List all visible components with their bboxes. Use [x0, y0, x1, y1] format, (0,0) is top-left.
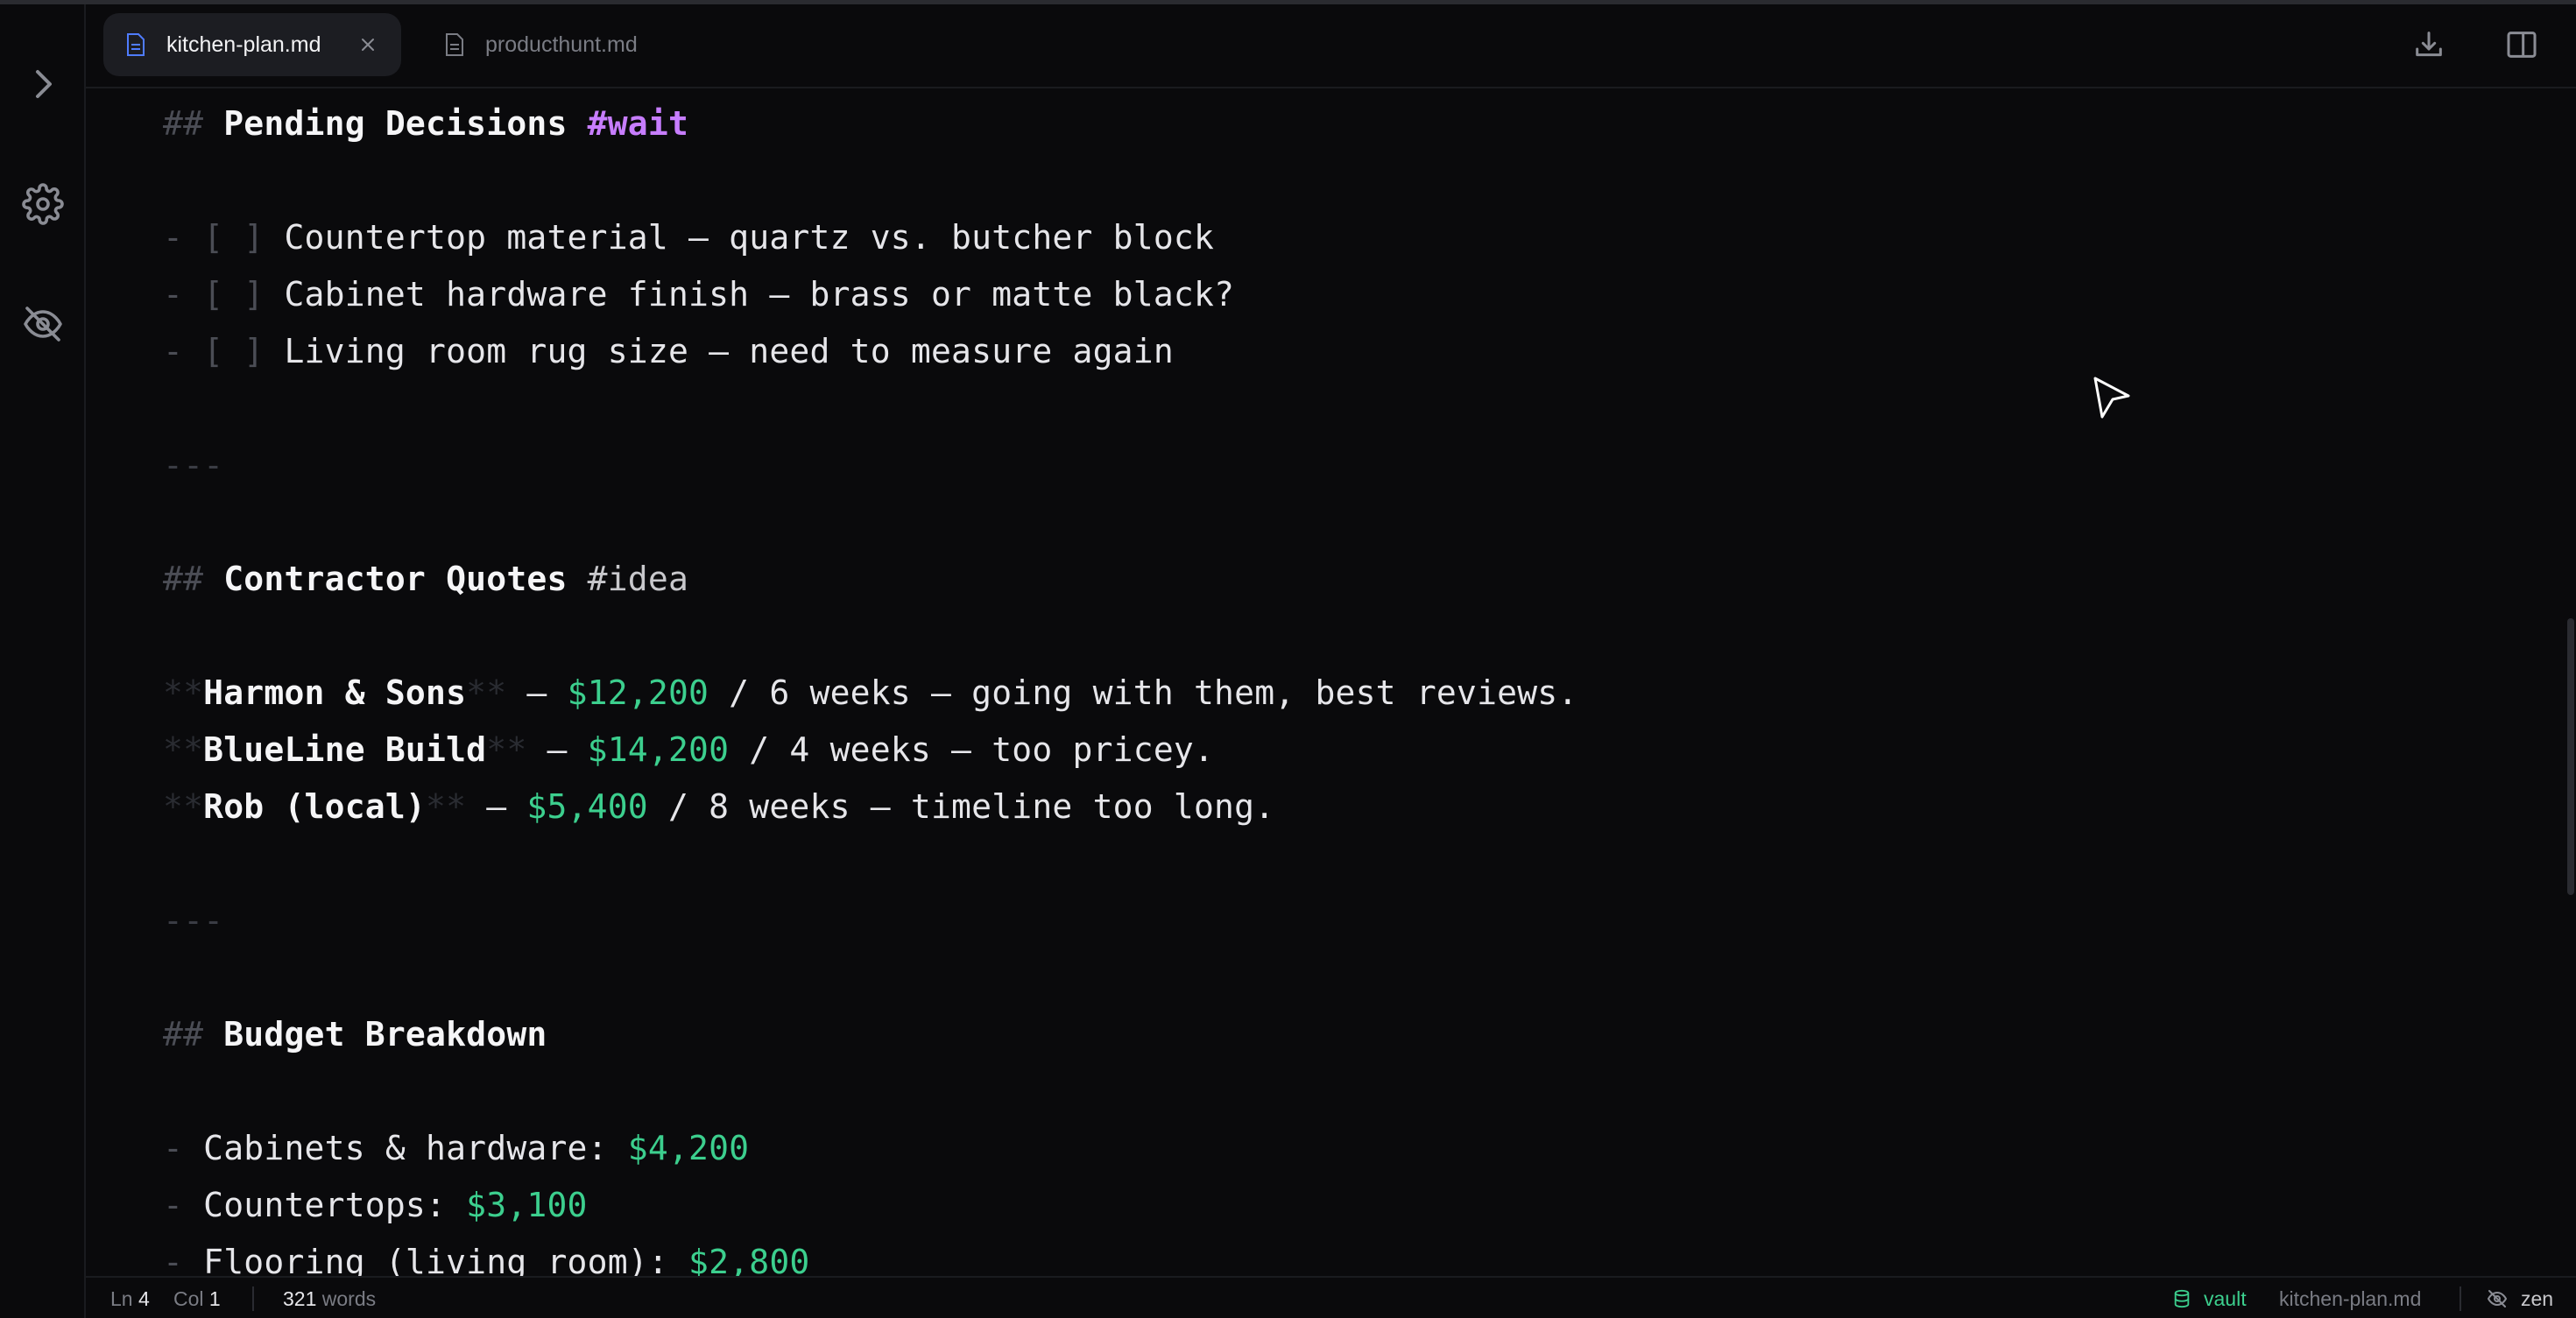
quote-line: **BlueLine Build** — $14,200 / 4 weeks —… — [163, 730, 1215, 769]
zen-mode-toggle[interactable]: zen — [2486, 1286, 2553, 1311]
tab-kitchen-plan[interactable]: kitchen-plan.md — [103, 13, 401, 76]
tag-idea[interactable]: #idea — [588, 560, 688, 598]
close-icon[interactable] — [356, 32, 380, 57]
checkbox[interactable]: [ ] — [203, 218, 264, 257]
mouse-cursor-icon — [2090, 375, 2134, 422]
gear-icon[interactable] — [19, 180, 67, 228]
list-item: - Countertops: $3,100 — [163, 1186, 588, 1224]
list-item: - Flooring (living room): $2,800 — [163, 1243, 810, 1276]
list-item: - Cabinets & hardware: $4,200 — [163, 1129, 750, 1167]
eye-off-icon[interactable] — [19, 300, 67, 348]
vault-indicator[interactable]: vault — [2172, 1286, 2247, 1311]
chevron-right-icon[interactable] — [19, 60, 67, 108]
tag-wait[interactable]: #wait — [588, 104, 688, 143]
markdown-editor[interactable]: ## Pending Decisions #wait - [ ] Counter… — [163, 88, 2528, 1276]
list-item: - [ ] Cabinet hardware finish — brass or… — [163, 275, 1235, 314]
download-icon[interactable] — [2408, 24, 2450, 66]
checkbox[interactable]: [ ] — [203, 275, 264, 314]
left-sidebar — [0, 4, 86, 1318]
tab-label: producthunt.md — [485, 32, 638, 57]
file-icon — [126, 32, 149, 58]
heading-contractor-quotes: ## Contractor Quotes #idea — [163, 560, 689, 598]
eye-off-icon — [2487, 1290, 2508, 1307]
scrollbar-thumb[interactable] — [2567, 618, 2574, 895]
horizontal-rule: --- — [163, 446, 224, 484]
tab-producthunt[interactable]: producthunt.md — [422, 13, 650, 76]
column-indicator: Col 1 — [173, 1287, 221, 1310]
tab-bar: kitchen-plan.md producthunt.md — [86, 4, 2576, 88]
heading-pending-decisions: ## Pending Decisions #wait — [163, 104, 689, 143]
word-count: 321 words — [283, 1287, 377, 1310]
quote-line: **Harmon & Sons** — $12,200 / 6 weeks — … — [163, 673, 1578, 712]
tab-label: kitchen-plan.md — [166, 32, 321, 57]
quote-line: **Rob (local)** — $5,400 / 8 weeks — tim… — [163, 787, 1275, 826]
checkbox[interactable]: [ ] — [203, 332, 264, 370]
divider — [252, 1286, 254, 1311]
split-view-icon[interactable] — [2501, 24, 2543, 66]
line-indicator: Ln 4 — [110, 1287, 150, 1310]
status-bar: Ln 4 Col 1 321 words vault kitchen-plan.… — [86, 1276, 2576, 1318]
file-icon — [445, 32, 468, 58]
horizontal-rule: --- — [163, 901, 224, 940]
list-item: - [ ] Countertop material — quartz vs. b… — [163, 218, 1215, 257]
heading-budget-breakdown: ## Budget Breakdown — [163, 1015, 547, 1054]
database-icon — [2174, 1289, 2190, 1308]
status-filename: kitchen-plan.md — [2279, 1287, 2422, 1310]
divider — [2460, 1286, 2461, 1311]
list-item: - [ ] Living room rug size — need to mea… — [163, 332, 1174, 370]
